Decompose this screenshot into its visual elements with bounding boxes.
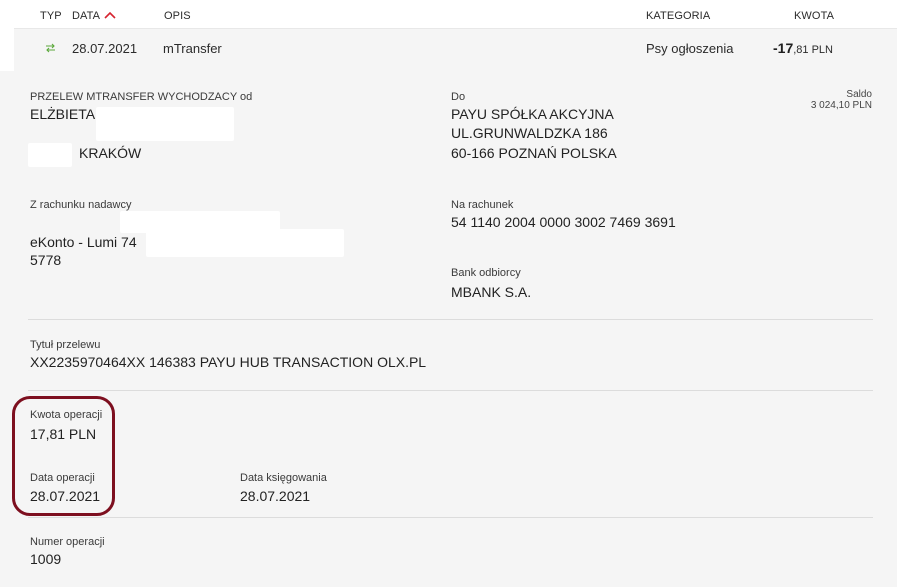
redacted-sender-name xyxy=(96,107,234,141)
sort-ascending-icon[interactable] xyxy=(104,11,116,19)
operation-number-label: Numer operacji xyxy=(30,536,105,548)
from-account-label: Z rachunku nadawcy xyxy=(30,199,132,211)
sender-label: PRZELEW MTRANSFER WYCHODZACY od xyxy=(30,91,253,103)
transfer-arrows-icon xyxy=(46,43,55,53)
recipient-bank-label: Bank odbiorcy xyxy=(451,267,521,279)
from-account-name: eKonto - Lumi 74 xyxy=(30,234,137,250)
sender-city: KRAKÓW xyxy=(79,145,142,161)
transaction-amount: -17,81 PLN xyxy=(773,40,833,58)
column-header-amount: KWOTA xyxy=(794,10,835,22)
redacted-sender-street xyxy=(28,143,72,167)
to-account-number: 54 1140 2004 0000 3002 7469 3691 xyxy=(451,214,676,230)
column-header-date[interactable]: DATA xyxy=(72,10,100,22)
balance-label: Saldo xyxy=(846,89,872,100)
balance-value: 3 024,10 PLN xyxy=(810,100,872,111)
transfer-title-label: Tytuł przelewu xyxy=(30,339,101,351)
recipient-line-2: UL.GRUNWALDZKA 186 xyxy=(451,125,608,141)
sender-name: ELŻBIETA xyxy=(30,106,96,122)
operation-number-value: 1009 xyxy=(30,551,62,567)
highlight-annotation-circle xyxy=(12,396,115,516)
from-account-number-tail: 5778 xyxy=(30,252,62,268)
divider xyxy=(28,319,873,320)
column-header-type: TYP xyxy=(40,10,62,22)
recipient-line-1: PAYU SPÓŁKA AKCYJNA xyxy=(451,106,614,122)
column-header-category: KATEGORIA xyxy=(646,10,711,22)
divider xyxy=(28,517,873,518)
recipient-bank-name: MBANK S.A. xyxy=(451,284,532,300)
column-header-description: OPIS xyxy=(164,10,191,22)
transfer-title-value: XX2235970464XX 146383 PAYU HUB TRANSACTI… xyxy=(30,354,427,370)
redacted-account-number xyxy=(146,229,344,257)
booking-date-value: 28.07.2021 xyxy=(240,488,311,504)
recipient-label: Do xyxy=(451,91,466,103)
transaction-amount-decimal: ,81 PLN xyxy=(793,44,833,56)
transaction-category[interactable]: Psy ogłoszenia xyxy=(646,41,733,56)
booking-date-label: Data księgowania xyxy=(240,472,327,484)
transaction-date: 28.07.2021 xyxy=(72,41,138,56)
recipient-line-3: 60-166 POZNAŃ POLSKA xyxy=(451,145,617,161)
transaction-description: mTransfer xyxy=(163,41,222,56)
to-account-label: Na rachunek xyxy=(451,199,514,211)
divider xyxy=(28,390,873,391)
transaction-row[interactable] xyxy=(14,28,897,72)
transaction-amount-integer: -17 xyxy=(773,40,794,56)
